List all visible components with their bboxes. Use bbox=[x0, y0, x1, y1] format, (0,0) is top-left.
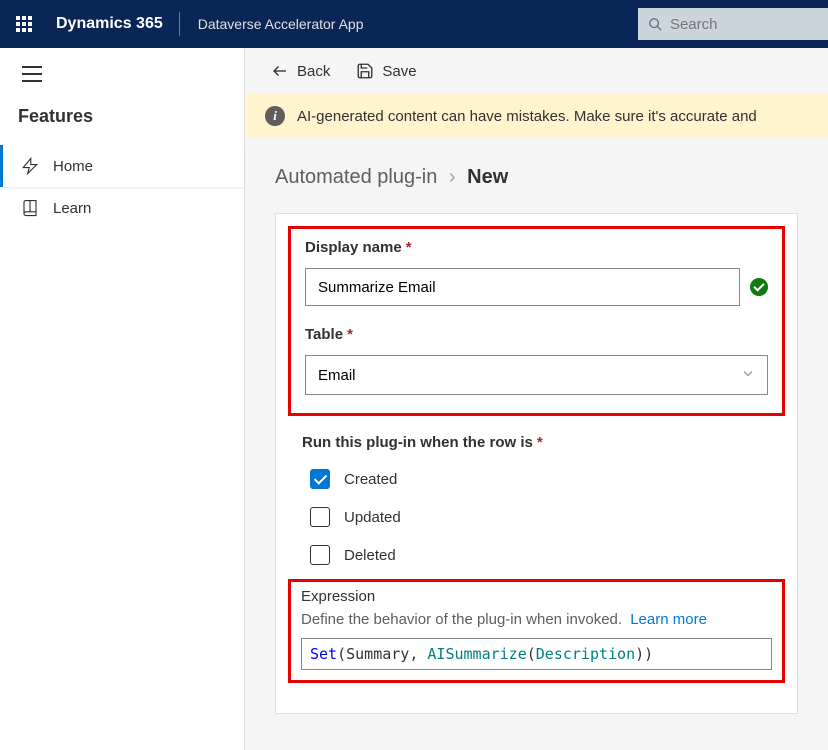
lightning-icon bbox=[21, 157, 41, 175]
brand-label: Dynamics 365 bbox=[48, 15, 179, 33]
trigger-deleted-label: Deleted bbox=[344, 547, 396, 564]
search-icon bbox=[648, 16, 662, 32]
highlight-box-expression: Expression Define the behavior of the pl… bbox=[288, 579, 785, 683]
trigger-deleted-row: Deleted bbox=[310, 545, 771, 565]
trigger-updated-checkbox[interactable] bbox=[310, 507, 330, 527]
hamburger-button[interactable] bbox=[0, 48, 244, 100]
form-panel: Display name* Table* bbox=[275, 213, 798, 714]
chevron-right-icon: › bbox=[449, 166, 456, 188]
checkmark-icon bbox=[750, 278, 768, 296]
expression-title: Expression bbox=[301, 588, 772, 605]
save-button[interactable]: Save bbox=[356, 62, 416, 80]
display-name-input[interactable] bbox=[305, 268, 740, 306]
display-name-label: Display name* bbox=[305, 239, 768, 256]
app-launcher-button[interactable] bbox=[0, 0, 48, 48]
arrow-left-icon bbox=[271, 62, 289, 80]
sidebar-item-home[interactable]: Home bbox=[0, 145, 244, 187]
info-icon: i bbox=[265, 106, 285, 126]
back-label: Back bbox=[297, 63, 330, 80]
sidebar-item-label: Home bbox=[53, 158, 93, 175]
highlight-box-top: Display name* Table* bbox=[288, 226, 785, 416]
trigger-created-label: Created bbox=[344, 471, 397, 488]
command-bar: Back Save bbox=[245, 48, 828, 94]
main-content: Back Save i AI-generated content can hav… bbox=[245, 48, 828, 750]
book-icon bbox=[21, 199, 41, 217]
breadcrumb: Automated plug-in › New bbox=[275, 166, 798, 189]
sidebar-heading: Features bbox=[0, 100, 244, 145]
trigger-created-checkbox[interactable] bbox=[310, 469, 330, 489]
breadcrumb-parent[interactable]: Automated plug-in bbox=[275, 166, 437, 188]
info-banner: i AI-generated content can have mistakes… bbox=[245, 94, 828, 138]
learn-more-link[interactable]: Learn more bbox=[630, 611, 707, 628]
expression-description: Define the behavior of the plug-in when … bbox=[301, 611, 772, 628]
table-label: Table* bbox=[305, 326, 768, 343]
top-nav-bar: Dynamics 365 Dataverse Accelerator App bbox=[0, 0, 828, 48]
table-select-value[interactable] bbox=[305, 355, 768, 395]
waffle-icon bbox=[16, 16, 32, 32]
expression-editor[interactable]: Set(Summary, AISummarize(Description)) bbox=[301, 638, 772, 670]
search-box[interactable] bbox=[638, 8, 828, 40]
hamburger-icon bbox=[22, 66, 222, 82]
table-select[interactable] bbox=[305, 355, 768, 395]
trigger-updated-label: Updated bbox=[344, 509, 401, 526]
sidebar: Features Home Learn bbox=[0, 48, 245, 750]
trigger-created-row: Created bbox=[310, 469, 771, 489]
banner-text: AI-generated content can have mistakes. … bbox=[297, 108, 757, 125]
sidebar-item-learn[interactable]: Learn bbox=[0, 187, 244, 229]
sidebar-item-label: Learn bbox=[53, 200, 91, 217]
trigger-deleted-checkbox[interactable] bbox=[310, 545, 330, 565]
app-title: Dataverse Accelerator App bbox=[180, 16, 382, 32]
breadcrumb-current: New bbox=[467, 166, 508, 188]
save-label: Save bbox=[382, 63, 416, 80]
back-button[interactable]: Back bbox=[271, 62, 330, 80]
run-when-label: Run this plug-in when the row is* bbox=[302, 434, 771, 451]
save-icon bbox=[356, 62, 374, 80]
trigger-updated-row: Updated bbox=[310, 507, 771, 527]
search-input[interactable] bbox=[670, 16, 818, 33]
